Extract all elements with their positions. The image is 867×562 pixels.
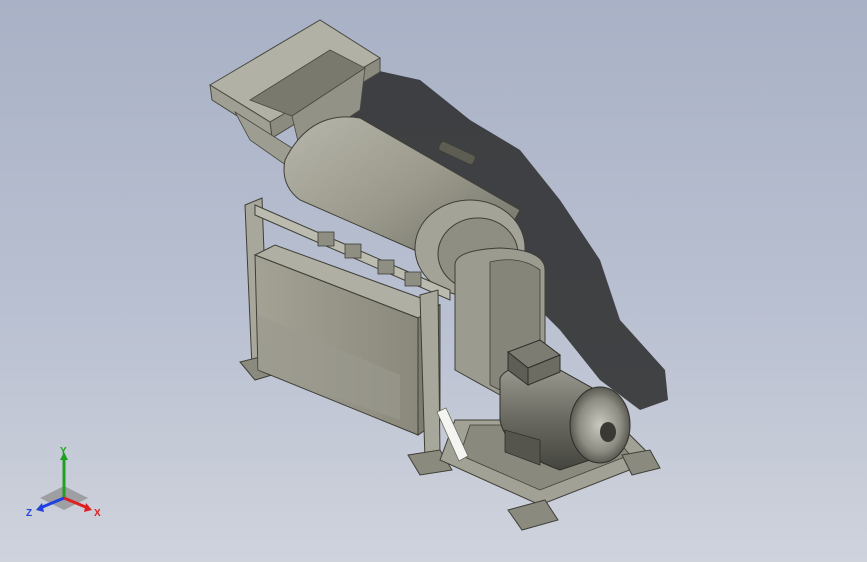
x-arrow-head-icon	[84, 503, 92, 512]
x-axis-label: X	[94, 508, 101, 519]
machine-model[interactable]	[0, 0, 867, 562]
orientation-triad: Y X Z	[26, 446, 101, 519]
y-axis-label: Y	[60, 446, 67, 457]
model-viewport[interactable]: Y X Z	[0, 0, 867, 562]
z-arrow-head-icon	[36, 503, 44, 512]
z-axis-label: Z	[26, 508, 32, 519]
